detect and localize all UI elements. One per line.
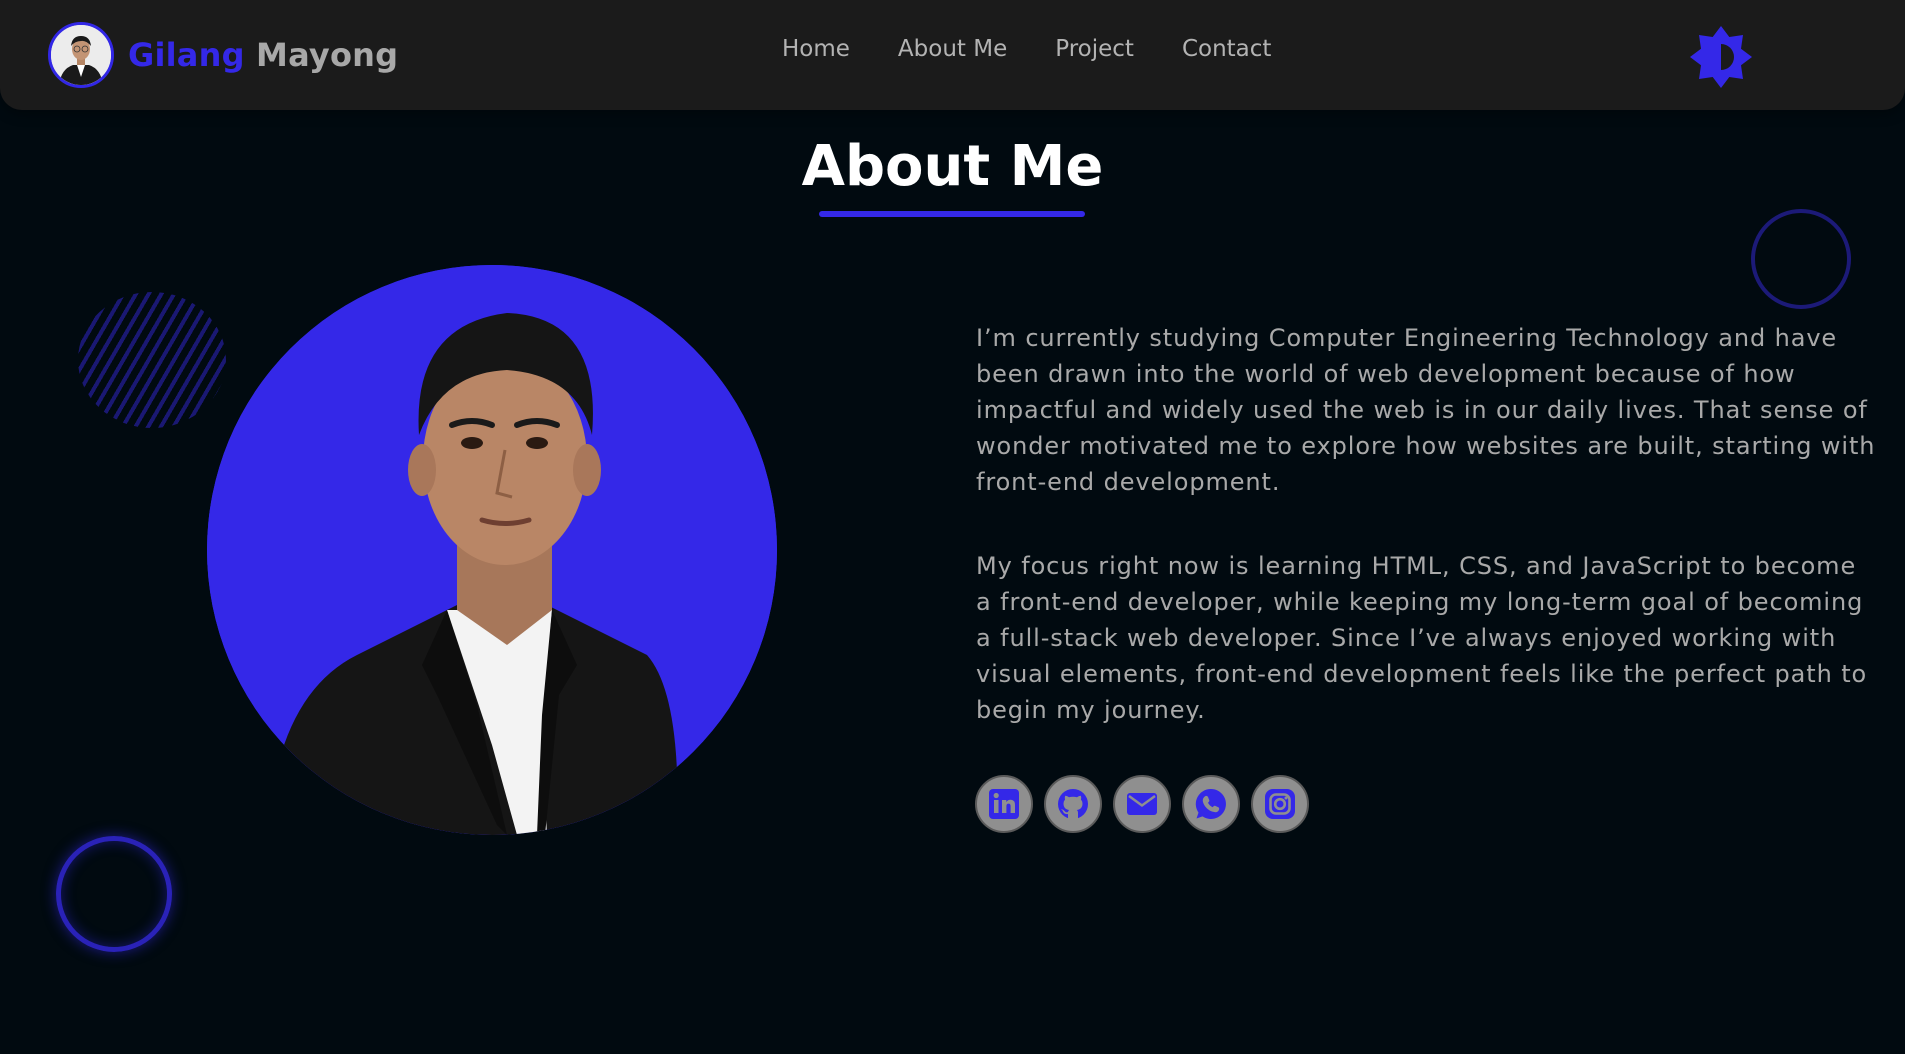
brand-name: Gilang Mayong bbox=[128, 36, 398, 74]
avatar-portrait-icon bbox=[51, 25, 111, 85]
brand-last-name: Mayong bbox=[256, 36, 399, 74]
linkedin-icon bbox=[989, 789, 1019, 819]
mail-icon bbox=[1127, 793, 1157, 815]
whatsapp-button[interactable] bbox=[1182, 775, 1240, 833]
instagram-icon bbox=[1265, 789, 1295, 819]
about-paragraph-2: My focus right now is learning HTML, CSS… bbox=[976, 552, 1868, 724]
about-paragraph-1: I’m currently studying Computer Engineer… bbox=[976, 324, 1876, 496]
linkedin-button[interactable] bbox=[975, 775, 1033, 833]
nav-link-home[interactable]: Home bbox=[782, 36, 850, 62]
github-icon bbox=[1058, 789, 1088, 819]
nav-link-project[interactable]: Project bbox=[1055, 36, 1134, 62]
section-title: About Me bbox=[801, 134, 1104, 199]
profile-portrait-illustration bbox=[207, 265, 777, 835]
profile-photo bbox=[207, 265, 777, 835]
nav-link-contact[interactable]: Contact bbox=[1182, 36, 1271, 62]
navbar: Gilang Mayong Home About Me Project Cont… bbox=[0, 0, 1905, 110]
nav-link-about[interactable]: About Me bbox=[898, 36, 1007, 62]
brand-first-name: Gilang bbox=[128, 36, 245, 74]
nav-links: Home About Me Project Contact bbox=[782, 36, 1319, 62]
about-bio: I’m currently studying Computer Engineer… bbox=[976, 320, 1876, 776]
theme-toggle-button[interactable] bbox=[1688, 24, 1754, 90]
decorative-ring-top bbox=[1751, 209, 1851, 309]
email-button[interactable] bbox=[1113, 775, 1171, 833]
github-button[interactable] bbox=[1044, 775, 1102, 833]
social-links bbox=[975, 775, 1320, 833]
avatar bbox=[48, 22, 114, 88]
decorative-striped-circle bbox=[78, 292, 226, 428]
instagram-button[interactable] bbox=[1251, 775, 1309, 833]
whatsapp-icon bbox=[1195, 788, 1226, 819]
title-underline bbox=[819, 211, 1085, 217]
brand[interactable]: Gilang Mayong bbox=[48, 20, 398, 90]
decorative-ring-bottom bbox=[56, 836, 172, 952]
sun-icon bbox=[1690, 26, 1752, 88]
